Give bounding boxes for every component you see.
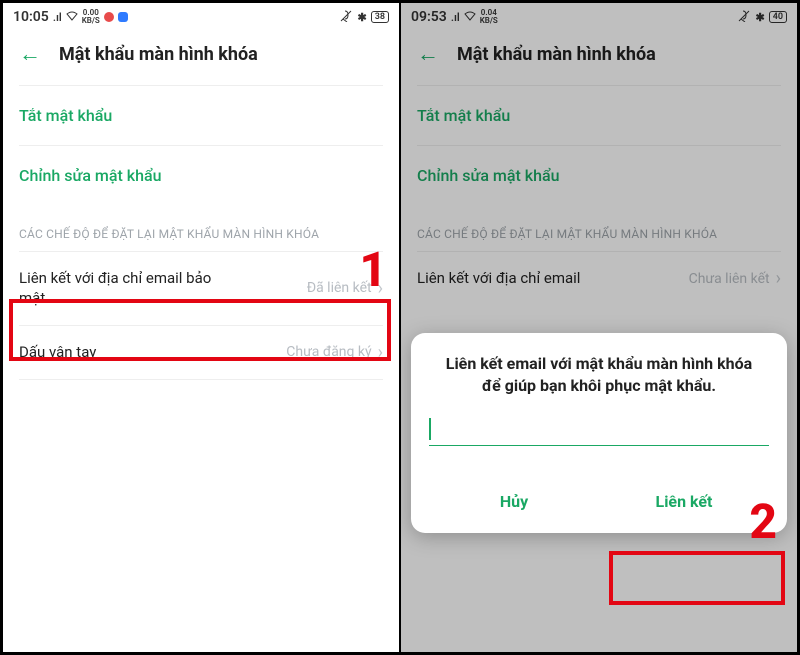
- email-input[interactable]: [429, 416, 769, 446]
- row-status: Đã liên kết: [307, 280, 372, 296]
- back-arrow-icon[interactable]: ←: [417, 41, 439, 67]
- disable-password-option[interactable]: Tắt mật khẩu: [3, 86, 399, 145]
- edit-password-option[interactable]: Chỉnh sửa mật khẩu: [3, 146, 399, 205]
- bluetooth-app-icon: [118, 12, 128, 22]
- net-speed: 0.00KB/S: [82, 9, 100, 25]
- chevron-right-icon: ›: [378, 342, 383, 363]
- row-label: Dấu vân tay: [19, 342, 96, 362]
- app-badge-icon: [104, 12, 114, 22]
- wifi-icon: [66, 11, 78, 24]
- signal-icon: .ıl: [53, 11, 62, 24]
- phone-left: 10:05 .ıl 0.00KB/S ✱ 38 ← Mật khẩu màn h…: [2, 2, 400, 653]
- link-email-row[interactable]: Liên kết với địa chỉ email Chưa liên kết…: [401, 252, 797, 305]
- battery-icon: 38: [371, 11, 389, 23]
- page-header: ← Mật khẩu màn hình khóa: [401, 27, 797, 85]
- row-status: Chưa liên kết: [689, 271, 770, 287]
- confirm-button[interactable]: Liên kết: [599, 478, 769, 525]
- annotation-highlight: [609, 551, 785, 605]
- signal-icon: .ıl: [451, 11, 460, 24]
- dialog-title: Liên kết email với mật khẩu màn hình khó…: [429, 353, 769, 416]
- wifi-icon: [464, 11, 476, 24]
- row-label: Liên kết với địa chỉ email bảo mật: [19, 268, 239, 309]
- page-title: Mật khẩu màn hình khóa: [59, 44, 258, 65]
- status-time: 10:05: [13, 9, 49, 25]
- disable-password-option[interactable]: Tắt mật khẩu: [401, 86, 797, 145]
- bluetooth-off-icon: ✱: [357, 11, 366, 24]
- bluetooth-off-icon: ✱: [755, 11, 764, 24]
- net-speed: 0.04KB/S: [480, 9, 498, 25]
- row-label: Liên kết với địa chỉ email: [417, 268, 580, 288]
- section-header: CÁC CHẾ ĐỘ ĐỂ ĐẶT LẠI MẬT KHẨU MÀN HÌNH …: [401, 205, 797, 251]
- status-bar: 09:53 .ıl 0.04KB/S ✱ 40: [401, 3, 797, 27]
- page-title: Mật khẩu màn hình khóa: [457, 44, 656, 65]
- page-header: ← Mật khẩu màn hình khóa: [3, 27, 399, 85]
- row-status: Chưa đăng ký: [286, 344, 371, 360]
- phone-right: 09:53 .ıl 0.04KB/S ✱ 40 ← Mật khẩu màn h…: [400, 2, 798, 653]
- chevron-right-icon: ›: [378, 278, 383, 299]
- dialog-actions: Hủy Liên kết: [429, 472, 769, 525]
- edit-password-option[interactable]: Chỉnh sửa mật khẩu: [401, 146, 797, 205]
- mute-icon: [737, 10, 751, 25]
- status-time: 09:53: [411, 9, 447, 25]
- link-email-row[interactable]: Liên kết với địa chỉ email bảo mật Đã li…: [3, 252, 399, 325]
- text-cursor-icon: [429, 418, 431, 440]
- section-header: CÁC CHẾ ĐỘ ĐỂ ĐẶT LẠI MẬT KHẨU MÀN HÌNH …: [3, 205, 399, 251]
- battery-icon: 40: [769, 11, 787, 23]
- chevron-right-icon: ›: [776, 268, 781, 289]
- back-arrow-icon[interactable]: ←: [19, 41, 41, 67]
- divider: [19, 379, 383, 380]
- mute-icon: [339, 10, 353, 25]
- status-bar: 10:05 .ıl 0.00KB/S ✱ 38: [3, 3, 399, 27]
- fingerprint-row[interactable]: Dấu vân tay Chưa đăng ký ›: [3, 326, 399, 379]
- link-email-dialog: Liên kết email với mật khẩu màn hình khó…: [411, 333, 787, 533]
- cancel-button[interactable]: Hủy: [429, 478, 599, 525]
